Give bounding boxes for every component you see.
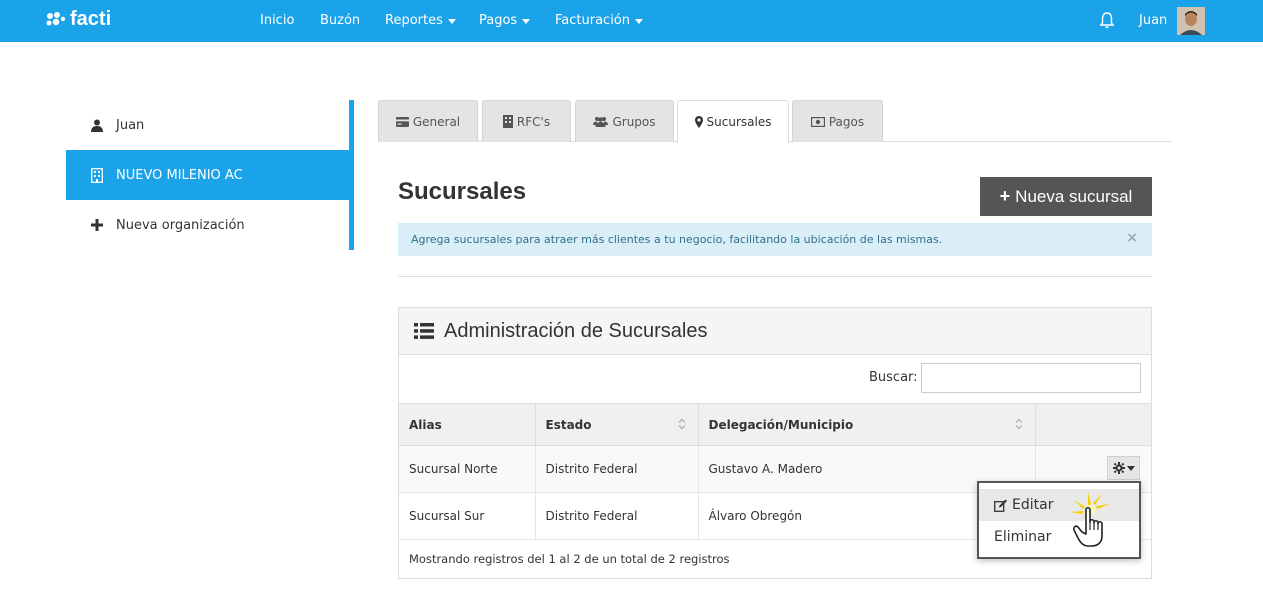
tab-grupos[interactable]: Grupos <box>575 100 674 142</box>
column-header-alias[interactable]: Alias <box>399 403 536 446</box>
cell-estado: Distrito Federal <box>535 445 699 493</box>
menu-item-label: Editar <box>1012 497 1054 513</box>
users-icon <box>593 116 609 127</box>
nav-inicio[interactable]: Inicio <box>260 13 294 28</box>
tab-rfcs[interactable]: RFC's <box>482 100 571 142</box>
new-branch-button[interactable]: + Nueva sucursal <box>980 177 1152 216</box>
settings-tabs: General RFC's Grupos Sucursales Pagos <box>378 100 1172 143</box>
sort-icon <box>678 418 685 430</box>
page-title: Sucursales <box>398 178 527 205</box>
organization-sidebar: Juan NUEVO MILENIO AC Nueva organización <box>66 100 354 250</box>
user-name[interactable]: Juan <box>1139 13 1167 28</box>
table-header-row: Alias Estado Delegación/Municipio <box>399 403 1151 446</box>
nav-label: Reportes <box>385 13 443 28</box>
edit-icon <box>994 499 1008 512</box>
nav-label: Buzón <box>320 13 361 28</box>
chevron-down-icon <box>447 18 456 24</box>
tab-label: RFC's <box>516 114 551 129</box>
chevron-down-icon <box>635 18 643 24</box>
brand-logo[interactable]: facti <box>46 8 111 31</box>
logo-dots-icon <box>46 11 66 25</box>
plus-icon: + <box>999 186 1011 206</box>
sidebar-accent-bar <box>349 100 354 250</box>
panel-header: Administración de Sucursales <box>399 308 1151 355</box>
sidebar-item-new-organization[interactable]: Nueva organización <box>66 200 349 250</box>
cell-alias: Sucursal Norte <box>399 445 536 493</box>
tab-label: Pagos <box>828 114 865 129</box>
nav-label: Pagos <box>479 13 518 28</box>
nav-facturacion[interactable]: Facturación <box>555 13 643 28</box>
nav-pagos[interactable]: Pagos <box>479 13 531 28</box>
new-branch-label: Nueva sucursal <box>1015 186 1133 206</box>
sidebar-item-label: NUEVO MILENIO AC <box>116 167 243 183</box>
alert-text: Agrega sucursales para atraer más client… <box>411 233 943 246</box>
panel-title: Administración de Sucursales <box>444 319 708 342</box>
row-actions-button[interactable] <box>1107 456 1140 480</box>
gear-icon <box>1112 462 1125 474</box>
column-label: Delegación/Municipio <box>708 417 854 432</box>
cell-alias: Sucursal Sur <box>399 492 536 540</box>
search-label: Buscar: <box>869 370 918 385</box>
list-icon <box>414 323 434 339</box>
top-navbar: facti Inicio Buzón Reportes Pagos Factur… <box>0 0 1263 42</box>
map-marker-icon <box>694 116 703 128</box>
column-label: Estado <box>545 417 592 432</box>
plus-icon <box>88 219 106 231</box>
table-info: Mostrando registros del 1 al 2 de un tot… <box>409 552 730 566</box>
menu-item-label: Eliminar <box>994 529 1052 545</box>
nav-label: Inicio <box>260 13 295 28</box>
tab-general[interactable]: General <box>378 100 478 142</box>
close-icon[interactable]: × <box>1126 230 1138 246</box>
cell-estado: Distrito Federal <box>535 492 699 540</box>
nav-buzon[interactable]: Buzón <box>320 13 360 28</box>
tab-pagos[interactable]: Pagos <box>792 100 883 142</box>
bell-icon[interactable] <box>1099 11 1115 29</box>
nav-label: Facturación <box>555 13 630 28</box>
sidebar-item-user[interactable]: Juan <box>66 100 349 150</box>
chevron-down-icon <box>522 18 531 24</box>
column-header-actions <box>1035 403 1151 446</box>
sidebar-item-label: Juan <box>116 117 145 133</box>
chevron-down-icon <box>1126 466 1135 471</box>
column-label: Alias <box>409 417 442 432</box>
sort-icon <box>1015 418 1022 430</box>
tab-sucursales[interactable]: Sucursales <box>677 100 789 143</box>
sidebar-item-organization[interactable]: NUEVO MILENIO AC <box>66 150 354 200</box>
building-icon <box>502 115 513 128</box>
column-header-estado[interactable]: Estado <box>535 403 699 446</box>
nav-reportes[interactable]: Reportes <box>385 13 456 28</box>
user-icon <box>88 119 106 132</box>
tab-label: General <box>412 114 461 129</box>
brand-name: facti <box>70 8 112 30</box>
divider <box>398 276 1152 277</box>
info-alert: Agrega sucursales para atraer más client… <box>398 223 1152 256</box>
building-icon <box>88 167 106 183</box>
tab-label: Sucursales <box>706 115 772 129</box>
hand-pointer-icon <box>1070 492 1110 547</box>
column-header-delegacion[interactable]: Delegación/Municipio <box>698 403 1036 446</box>
money-icon <box>810 116 825 127</box>
avatar[interactable] <box>1177 7 1205 35</box>
tab-label: Grupos <box>612 114 656 129</box>
search-input[interactable] <box>921 363 1141 393</box>
credit-card-icon <box>395 116 409 127</box>
sidebar-item-label: Nueva organización <box>116 217 245 233</box>
